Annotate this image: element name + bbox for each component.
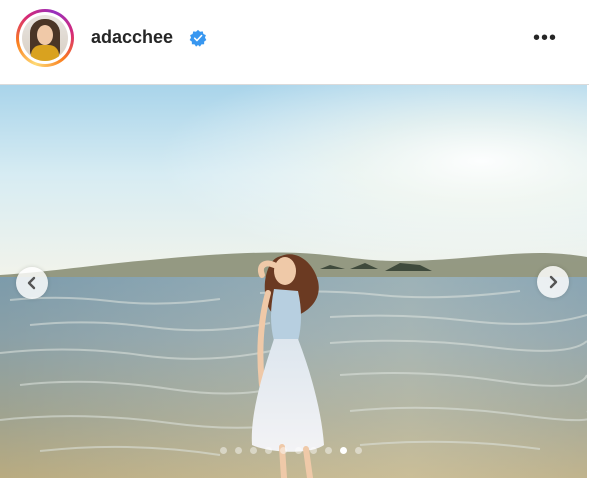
carousel-dot	[325, 447, 332, 454]
carousel-next-button[interactable]	[537, 266, 569, 298]
photo-scene	[0, 85, 587, 478]
avatar-face	[37, 25, 53, 45]
chevron-right-icon	[549, 275, 558, 289]
carousel-dot	[340, 447, 347, 454]
carousel-dot	[235, 447, 242, 454]
avatar-body	[31, 45, 59, 61]
more-options-icon: •••	[532, 27, 557, 49]
avatar-border	[19, 12, 71, 64]
carousel-prev-button[interactable]	[16, 267, 48, 299]
story-ring[interactable]	[16, 9, 74, 67]
carousel-dot	[280, 447, 287, 454]
carousel-dot	[265, 447, 272, 454]
verified-badge-icon	[189, 29, 207, 47]
carousel-dot	[355, 447, 362, 454]
carousel-dot	[220, 447, 227, 454]
more-options-button[interactable]: •••	[530, 26, 560, 50]
post-image[interactable]	[0, 85, 587, 478]
post-header: adacchee •••	[0, 0, 589, 85]
avatar[interactable]	[22, 15, 68, 61]
chevron-left-icon	[27, 276, 36, 290]
carousel-dot	[310, 447, 317, 454]
carousel-dot	[250, 447, 257, 454]
carousel-dot	[295, 447, 302, 454]
username-link[interactable]: adacchee	[91, 27, 173, 48]
